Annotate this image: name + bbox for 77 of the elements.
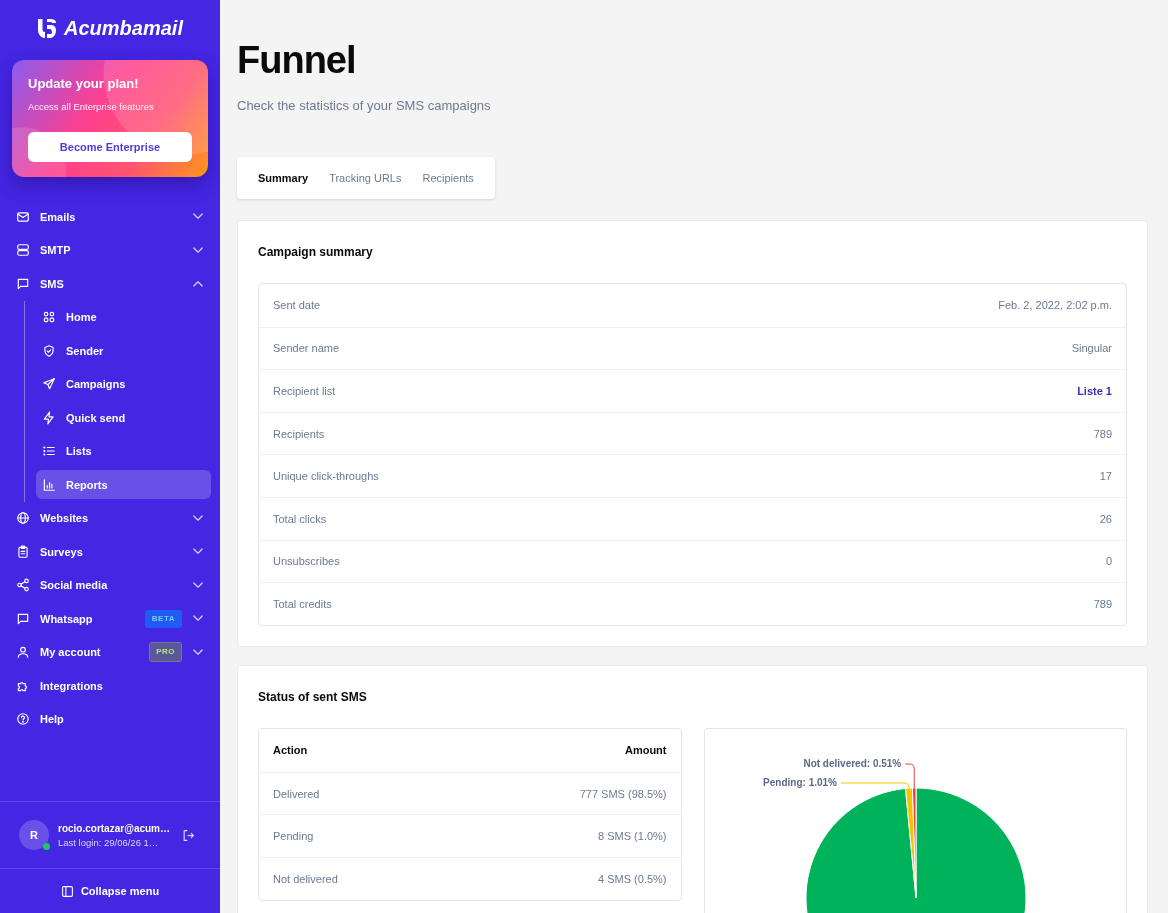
row-label: Recipients	[273, 427, 325, 440]
nav-item[interactable]: Emails	[8, 200, 212, 234]
user-email: rocio.cortazar@acum…	[58, 821, 171, 836]
table-cell: Pending	[273, 830, 314, 843]
row-value: 17	[1099, 470, 1112, 483]
promo-text: Access all Enterprise features	[28, 101, 155, 113]
logo-icon	[37, 17, 58, 39]
card-title: Campaign summary	[258, 244, 374, 260]
row-label: Total clicks	[273, 512, 327, 525]
chart-label: Pending: 1.01%	[762, 776, 837, 788]
globe-icon	[16, 511, 30, 526]
table-cell: Delivered	[273, 787, 320, 800]
avatar: R	[19, 820, 49, 850]
nav-item[interactable]: Whatsapp BETA	[8, 602, 212, 636]
row-label: Unsubscribes	[273, 555, 340, 568]
nav-item[interactable]: Surveys	[8, 535, 212, 569]
submenu-item[interactable]: Lists	[36, 436, 211, 466]
grid-icon	[42, 310, 56, 325]
nav-item[interactable]: Help	[8, 702, 212, 736]
server-icon	[16, 243, 30, 258]
last-login-text: Last login: 29/06/26 1…	[58, 835, 160, 849]
logo-text: Acumbamail	[64, 16, 183, 40]
card-title: Status of sent SMS	[258, 688, 367, 705]
nav-item[interactable]: SMS	[8, 267, 212, 301]
become-enterprise-button[interactable]: Become Enterprise	[28, 132, 192, 162]
chat-bubble-icon	[16, 611, 30, 626]
row-label: Sent date	[273, 299, 321, 312]
share-icon	[16, 578, 30, 593]
row-value: 789	[1093, 597, 1112, 610]
table-cell: 4 SMS (0.5%)	[598, 872, 667, 885]
row-label: Total credits	[273, 597, 332, 610]
collapse-menu-button[interactable]: Collapse menu	[60, 884, 160, 898]
logout-icon[interactable]	[182, 828, 195, 842]
chat-bubble-icon	[16, 276, 30, 291]
row-value: Feb. 2, 2022, 2:02 p.m.	[998, 299, 1112, 312]
badge: PRO	[149, 642, 182, 663]
row-label: Unique click-throughs	[273, 470, 379, 483]
tab[interactable]: Tracking URLs	[329, 172, 402, 184]
submenu-item[interactable]: Reports	[36, 470, 211, 500]
row-label: Recipient list	[273, 385, 336, 397]
row-value: 26	[1099, 512, 1112, 525]
shield-check-icon	[42, 343, 56, 358]
column-header: Action	[273, 744, 308, 757]
table-cell: Not delivered	[273, 872, 338, 885]
paper-plane-icon	[42, 377, 56, 392]
chart-label: Not delivered: 0.51%	[802, 757, 901, 769]
submenu-item[interactable]: Sender	[36, 336, 211, 366]
nav-item[interactable]: Websites	[8, 501, 212, 535]
submenu-item[interactable]: Home	[36, 302, 211, 332]
nav-item[interactable]: My account PRO	[8, 635, 212, 669]
submenu-item[interactable]: Quick send	[36, 403, 211, 433]
table-cell: 777 SMS (98.5%)	[579, 787, 667, 800]
page-subtitle: Check the statistics of your SMS campaigns	[237, 98, 491, 114]
sidebar-panel-icon	[60, 884, 74, 898]
help-icon	[16, 712, 30, 727]
column-header: Amount	[624, 744, 667, 757]
promo-title: Update your plan!	[28, 76, 140, 91]
tab[interactable]: Recipients	[422, 172, 474, 184]
envelope-icon	[16, 209, 30, 224]
clipboard-icon	[16, 544, 30, 559]
nav-item[interactable]: Integrations	[8, 669, 212, 703]
badge: BETA	[144, 609, 182, 628]
row-value: 789	[1093, 427, 1112, 440]
user-icon	[16, 645, 30, 660]
row-value: 0	[1105, 555, 1112, 568]
list-link[interactable]: Liste 1	[1077, 385, 1112, 397]
page-title: Funnel	[237, 38, 356, 83]
lightning-icon	[42, 410, 56, 425]
table-cell: 8 SMS (1.0%)	[598, 830, 667, 843]
list-icon	[42, 444, 56, 459]
tab[interactable]: Summary	[258, 172, 309, 184]
row-value: Singular	[1071, 342, 1112, 355]
nav-item[interactable]: Social media	[8, 568, 212, 602]
row-label: Sender name	[273, 342, 340, 355]
submenu-item[interactable]: Campaigns	[36, 369, 211, 399]
nav-item[interactable]: SMTP	[8, 233, 212, 267]
bar-chart-icon	[42, 477, 56, 492]
